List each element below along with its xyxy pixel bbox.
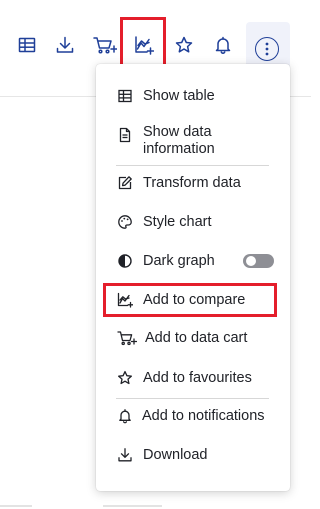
add-to-notifications-toolbar-button[interactable]: [208, 30, 238, 60]
add-to-compare-highlight: [120, 17, 166, 67]
download-toolbar-button[interactable]: [50, 30, 80, 60]
star-icon: [175, 36, 193, 53]
menu-item-label: Add to data cart: [145, 330, 248, 346]
menu-item-dark-graph[interactable]: Dark graph: [96, 249, 290, 273]
menu-item-label: Download: [143, 447, 208, 463]
options-menu: Show table Show data information Transfo…: [96, 64, 290, 491]
data-cart-toolbar-button[interactable]: [88, 30, 122, 60]
table-icon: [117, 88, 133, 104]
data-cart-icon: [117, 330, 137, 346]
menu-item-download[interactable]: Download: [96, 443, 290, 467]
star-icon: [117, 370, 133, 386]
add-to-compare-menu-highlight: [103, 283, 277, 317]
page-root: Show table Show data information Transfo…: [0, 0, 311, 509]
menu-item-label: Style chart: [143, 214, 212, 230]
toggle-knob: [246, 256, 256, 266]
palette-icon: [117, 214, 133, 230]
data-cart-icon: [93, 37, 117, 54]
document-icon: [117, 127, 133, 143]
table-icon: [18, 37, 36, 53]
menu-item-label: Add to favourites: [143, 370, 252, 386]
bell-icon: [117, 408, 133, 424]
menu-item-style-chart[interactable]: Style chart: [96, 210, 290, 234]
menu-item-show-data-information[interactable]: Show data information: [96, 124, 290, 158]
menu-item-label: Transform data: [143, 175, 241, 191]
contrast-icon: [117, 253, 133, 269]
show-table-toolbar-button[interactable]: [12, 30, 42, 60]
menu-item-show-table[interactable]: Show table: [96, 84, 290, 108]
menu-divider: [116, 398, 269, 399]
more-options-icon: [255, 37, 279, 61]
download-icon: [56, 36, 74, 53]
menu-item-label: Dark graph: [143, 253, 215, 269]
edit-icon: [117, 175, 133, 191]
menu-item-label: Show data information: [143, 124, 215, 157]
menu-item-add-to-data-cart[interactable]: Add to data cart: [96, 326, 290, 350]
bell-icon: [215, 36, 231, 54]
menu-item-label: Show table: [143, 88, 215, 104]
menu-item-label: Add to notifications: [142, 408, 265, 424]
menu-item-add-to-favourites[interactable]: Add to favourites: [96, 366, 290, 390]
menu-item-add-to-notifications[interactable]: Add to notifications: [96, 404, 290, 428]
dark-graph-toggle[interactable]: [243, 254, 274, 268]
download-icon: [117, 447, 133, 463]
menu-divider: [116, 165, 269, 166]
menu-item-transform-data[interactable]: Transform data: [96, 171, 290, 195]
page-background-lines: [0, 505, 162, 507]
add-to-favourites-toolbar-button[interactable]: [169, 30, 199, 60]
